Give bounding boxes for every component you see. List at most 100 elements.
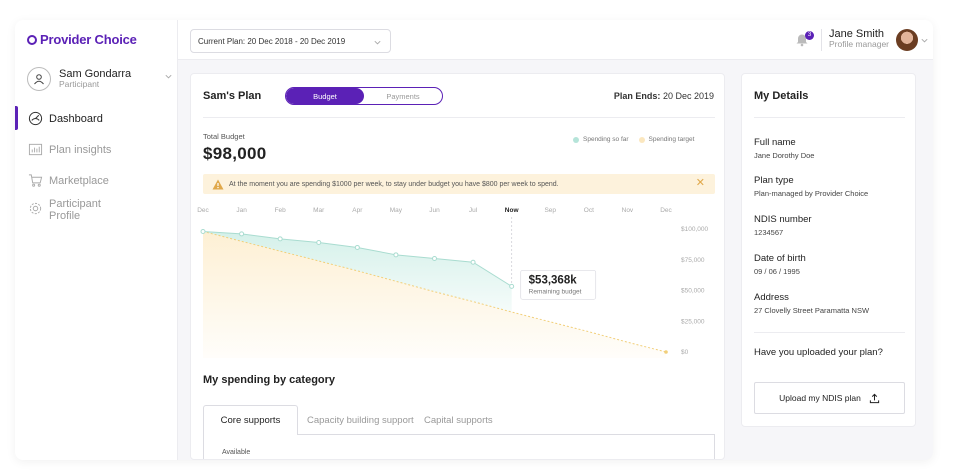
detail-address: Address 27 Clovelly Street Paramatta NSW xyxy=(754,292,869,315)
spending-target-end-point xyxy=(664,350,668,354)
sidebar-item-marketplace[interactable]: Marketplace xyxy=(15,165,178,196)
my-details-card: My Details Full name Jane Dorothy Doe Pl… xyxy=(741,73,916,427)
legend-swatch xyxy=(638,136,645,143)
gear-icon xyxy=(27,200,43,216)
details-title: My Details xyxy=(754,90,809,102)
detail-date-of-birth: Date of birth 09 / 06 / 1995 xyxy=(754,253,806,276)
legend-swatch xyxy=(573,136,579,143)
legend-label: Spending target xyxy=(648,136,695,143)
y-tick-label: $50,000 xyxy=(681,288,705,295)
divider xyxy=(754,117,905,118)
spending-so-far-point xyxy=(316,240,322,246)
plan-period-select[interactable]: Current Plan: 20 Dec 2018 - 20 Dec 2019 xyxy=(190,29,391,53)
chevron-down-icon xyxy=(165,74,172,79)
spending-so-far-point xyxy=(200,228,206,234)
legend-label: Spending so far xyxy=(583,136,629,143)
sidebar-item-plan-insights[interactable]: Plan insights xyxy=(15,134,178,165)
sidebar: Provider Choice Sam Gondarra Participant… xyxy=(15,20,178,460)
upload-plan-button[interactable]: Upload my NDIS plan xyxy=(754,382,905,414)
profile-role: Profile manager xyxy=(829,39,890,50)
upload-icon xyxy=(869,393,879,403)
tab-capital-supports[interactable]: Capital supports xyxy=(424,405,493,435)
x-tick-label: Jun xyxy=(429,207,440,214)
alert-message: At the moment you are spending $1000 per… xyxy=(229,180,559,188)
x-tick-label: May xyxy=(390,207,403,214)
close-icon[interactable]: ✕ xyxy=(696,178,705,189)
y-tick-label: $0 xyxy=(681,349,689,356)
budget-chart: Dec Jan Feb Mar Apr May Jun Jul Now Sep Oct Nov Dec $… xyxy=(197,207,708,358)
y-tick-label: $25,000 xyxy=(681,318,705,325)
avatar[interactable] xyxy=(896,29,918,51)
spending-so-far-point xyxy=(393,252,399,258)
x-tick-label: Dec xyxy=(197,207,209,214)
x-tick-label: Sep xyxy=(544,207,556,214)
detail-value: Plan-managed by Provider Choice xyxy=(754,189,869,198)
chart-legend: Spending so far Spending target xyxy=(573,136,694,143)
tab-capacity-building-support[interactable]: Capacity building support xyxy=(307,405,414,435)
spending-so-far-point xyxy=(432,256,437,262)
legend-item-spending-target: Spending target xyxy=(638,136,695,143)
detail-value: Jane Dorothy Doe xyxy=(754,151,815,160)
upload-question: Have you uploaded your plan? xyxy=(754,347,883,358)
toggle-budget[interactable]: Budget xyxy=(286,88,364,104)
detail-label: Plan type xyxy=(754,175,794,186)
plan-ends-value: 20 Dec 2019 xyxy=(662,91,714,101)
chevron-down-icon[interactable] xyxy=(920,36,929,45)
budget-payments-toggle: Budget Payments xyxy=(285,87,443,105)
x-tick-label: Now xyxy=(505,207,520,214)
detail-ndis-number: NDIS number 1234567 xyxy=(754,214,812,237)
dashboard-icon xyxy=(27,111,43,127)
x-tick-label: Jul xyxy=(469,207,478,214)
cart-icon xyxy=(27,173,43,189)
spending-so-far-point xyxy=(354,244,360,250)
remaining-budget-label: Remaining budget xyxy=(529,288,582,295)
brand-logo[interactable]: Provider Choice xyxy=(27,32,137,47)
plan-ends: Plan Ends: 20 Dec 2019 xyxy=(614,91,714,101)
sidebar-item-dashboard[interactable]: Dashboard xyxy=(15,103,178,134)
spending-so-far-point xyxy=(277,236,283,242)
detail-full-name: Full name Jane Dorothy Doe xyxy=(754,137,814,160)
participant-role: Participant xyxy=(59,79,100,90)
spending-so-far-point xyxy=(470,259,476,265)
spending-so-far-point xyxy=(509,283,515,289)
detail-value: 27 Clovelly Street Paramatta NSW xyxy=(754,306,870,315)
logo-mark-icon xyxy=(27,34,37,45)
budget-alert: At the moment you are spending $1000 per… xyxy=(203,174,715,194)
chevron-down-icon xyxy=(374,40,381,45)
upload-plan-label: Upload my NDIS plan xyxy=(779,393,861,403)
total-budget-label: Total Budget xyxy=(203,132,245,141)
spending-target-area xyxy=(203,231,666,358)
warning-icon xyxy=(212,179,224,190)
profile-menu[interactable]: Jane Smith Profile manager xyxy=(829,28,889,49)
divider xyxy=(203,117,715,118)
notifications-button[interactable]: 3 xyxy=(795,31,814,48)
divider xyxy=(821,29,822,51)
toggle-payments[interactable]: Payments xyxy=(364,88,442,104)
x-tick-label: Apr xyxy=(352,207,363,214)
detail-label: Address xyxy=(754,292,789,303)
tab-core-supports[interactable]: Core supports xyxy=(203,405,298,435)
x-tick-label: Feb xyxy=(275,207,287,214)
sidebar-item-label: Marketplace xyxy=(49,174,109,187)
x-tick-label: Oct xyxy=(584,207,594,214)
sidebar-item-label: Dashboard xyxy=(49,112,103,125)
category-tabs: Core supports Capacity building support … xyxy=(203,405,715,435)
remaining-budget-value: $53,368k xyxy=(529,274,578,286)
notification-count-badge: 3 xyxy=(805,31,814,40)
plan-card: Sam's Plan Budget Payments Plan Ends: 20… xyxy=(190,73,725,460)
detail-plan-type: Plan type Plan-managed by Provider Choic… xyxy=(754,175,868,198)
category-tab-panel: Available xyxy=(203,435,715,459)
sidebar-item-label: Plan insights xyxy=(49,143,112,156)
participant-switcher[interactable]: Sam Gondarra Participant xyxy=(27,64,173,94)
legend-item-spending-so-far: Spending so far xyxy=(573,136,629,143)
x-tick-label: Nov xyxy=(622,207,634,214)
sidebar-item-participant-profile[interactable]: Participant Profile xyxy=(15,196,178,232)
y-tick-label: $100,000 xyxy=(681,226,708,233)
top-bar: Current Plan: 20 Dec 2018 - 20 Dec 2019 … xyxy=(178,20,933,60)
plan-ends-label: Plan Ends: xyxy=(613,91,661,101)
total-budget-value: $98,000 xyxy=(203,144,267,163)
detail-label: NDIS number xyxy=(754,214,812,225)
x-tick-label: Dec xyxy=(660,207,672,214)
detail-label: Date of birth xyxy=(754,253,806,264)
brand-name: Provider Choice xyxy=(40,32,137,47)
